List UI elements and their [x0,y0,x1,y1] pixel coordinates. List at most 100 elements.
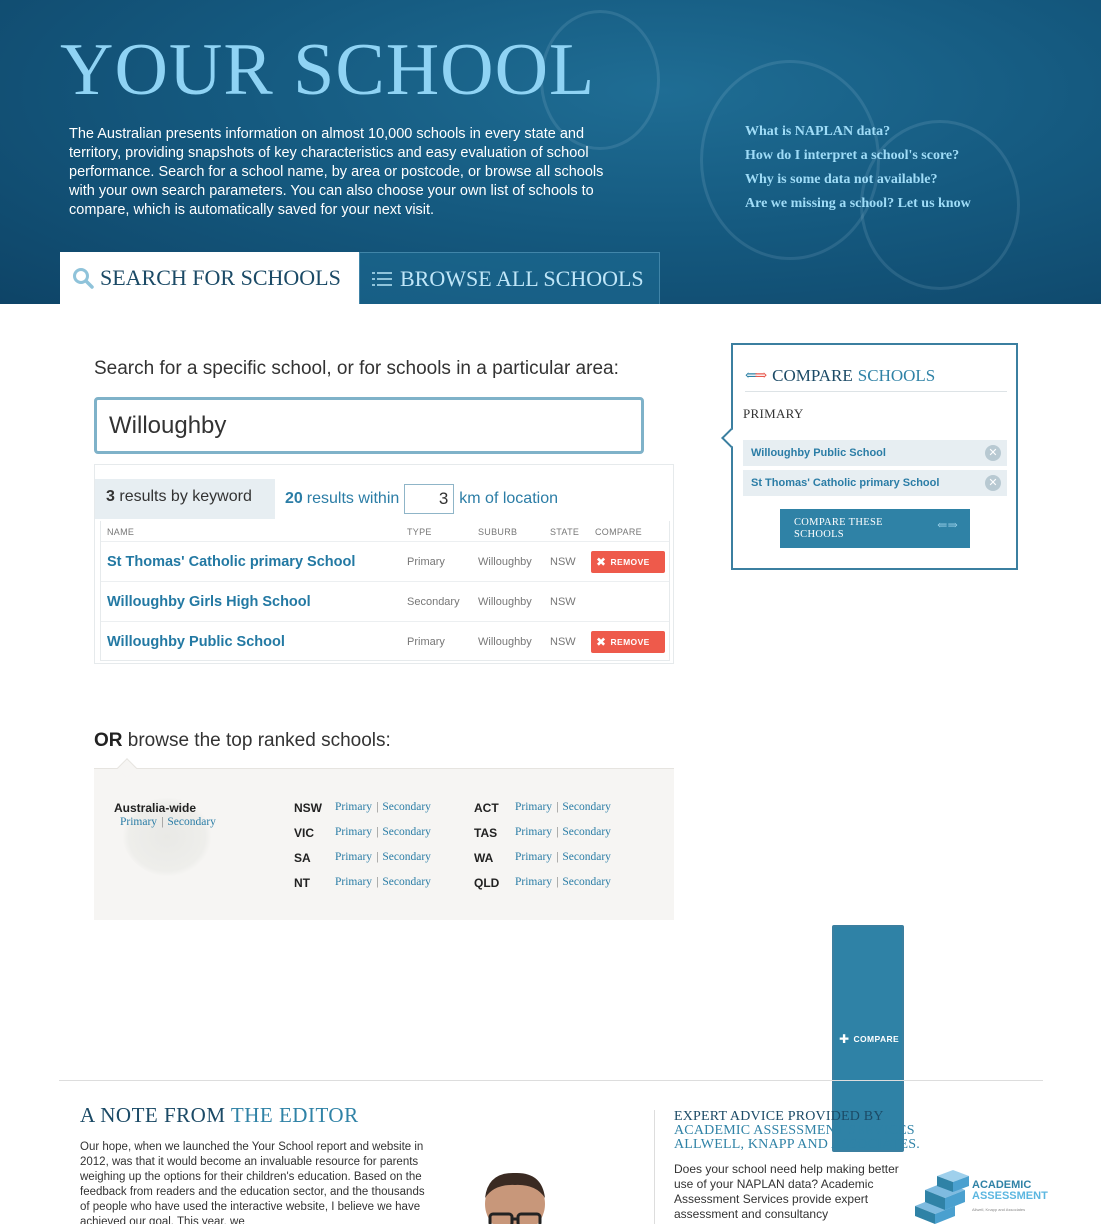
state-links: Primary | Secondary [335,876,431,888]
remove-circle-icon[interactable]: ✕ [985,445,1001,461]
school-suburb: Willoughby [478,556,532,568]
editor-note-title: A NOTE FROM THE EDITOR [80,1103,359,1128]
km-radius-input[interactable] [404,484,455,514]
remove-circle-icon[interactable]: ✕ [985,475,1001,491]
australia-wide-links: Primary | Secondary [120,816,216,828]
link-primary[interactable]: Primary [515,826,552,838]
table-row: Willoughby Girls High School Secondary W… [101,581,904,1152]
footer-divider [59,1080,1043,1081]
tab-search-label: SEARCH FOR SCHOOLS [100,265,341,290]
close-icon: ✖ [596,635,607,649]
link-secondary[interactable]: Secondary [562,826,611,838]
state-label: WA [474,851,494,865]
logo-tagline: Allwell, Knapp and Associates [972,1207,1026,1212]
page-title: YOUR SCHOOL [60,29,596,111]
editor-note-text: Our hope, when we launched the Your Scho… [80,1141,425,1224]
link-secondary[interactable]: Secondary [562,851,611,863]
compare-title-a: COMPARE [772,365,853,385]
link-secondary[interactable]: Secondary [562,876,611,888]
link-data-unavailable[interactable]: Why is some data not available? [745,168,971,192]
search-box[interactable] [94,397,644,454]
compare-title: ⇐⇒ COMPARE SCHOOLS [745,360,1007,392]
keyword-result-label: results by keyword [119,488,252,505]
browse-panel: Australia-wide Primary | Secondary NSW Pri… [94,758,674,920]
col-state: STATE [550,527,580,537]
school-name-link[interactable]: Willoughby Girls High School [107,594,311,610]
compare-category: PRIMARY [743,406,804,421]
expert-advice-title: EXPERT ADVICE PROVIDED BY ACADEMIC ASSES… [674,1110,920,1152]
search-prompt: Search for a specific school, or for sch… [94,358,619,379]
state-label: NSW [294,801,322,815]
state-links: Primary | Secondary [335,801,431,813]
expert-advice-text: Does your school need help making better… [674,1162,899,1221]
col-type: TYPE [407,527,432,537]
browse-title: OR browse the top ranked schools: [94,730,391,752]
panel-pointer [721,428,741,448]
col-suburb: SUBURB [478,527,518,537]
link-primary[interactable]: Primary [335,851,372,863]
page-description: The Australian presents information on a… [69,126,604,218]
compare-these-schools-button[interactable]: COMPARE THESE SCHOOLS ⇐⇒ [780,509,970,548]
link-primary[interactable]: Primary [335,801,372,813]
state-label: SA [294,851,311,865]
state-label: NT [294,876,310,890]
tab-results-keyword[interactable]: 3 results by keyword [95,479,275,519]
school-name-link[interactable]: St Thomas' Catholic primary School [107,554,355,570]
compare-title-b: SCHOOLS [857,365,936,385]
compare-panel: ⇐⇒ COMPARE SCHOOLS PRIMARY Willoughby Pu… [721,343,1018,570]
remove-label: REMOVE [610,557,650,567]
link-primary[interactable]: Primary [515,851,552,863]
expert-line1: EXPERT ADVICE PROVIDED BY [674,1109,884,1124]
footer-column-divider [654,1110,655,1224]
remove-button[interactable]: ✖ REMOVE [591,631,665,653]
link-interpret-score[interactable]: How do I interpret a school's score? [745,144,971,168]
state-label: QLD [474,876,500,890]
tab-search-schools[interactable]: SEARCH FOR SCHOOLS [60,252,359,304]
school-state: NSW [550,596,576,608]
link-secondary[interactable]: Secondary [382,851,431,863]
help-links: What is NAPLAN data? How do I interpret … [745,120,971,216]
compare-item: Willoughby Public School ✕ [743,440,1007,466]
link-secondary[interactable]: Secondary [382,826,431,838]
link-missing-school[interactable]: Are we missing a school? Let us know [745,192,971,216]
link-secondary[interactable]: Secondary [382,876,431,888]
state-links: Primary | Secondary [515,876,611,888]
compare-label: COMPARE [853,1033,900,1044]
remove-label: REMOVE [610,637,650,647]
editor-photo [485,1172,545,1224]
school-type: Primary [407,636,445,648]
hero-header: YOUR SCHOOL The Australian presents info… [0,0,1101,304]
search-input[interactable] [109,411,641,440]
tab-browse-schools[interactable]: BROWSE ALL SCHOOLS [359,252,660,304]
compare-item-label[interactable]: St Thomas' Catholic primary School [751,477,939,489]
link-secondary[interactable]: Secondary [382,801,431,813]
tab-results-location[interactable]: 20 results within km of location [285,479,558,519]
browse-title-bold: OR [94,730,123,751]
school-suburb: Willoughby [478,636,532,648]
link-primary[interactable]: Primary [515,876,552,888]
link-secondary[interactable]: Secondary [562,801,611,813]
school-name-link[interactable]: Willoughby Public School [107,634,285,650]
link-secondary[interactable]: Secondary [167,816,216,828]
link-naplan[interactable]: What is NAPLAN data? [745,120,971,144]
tab-browse-label: BROWSE ALL SCHOOLS [400,265,644,291]
link-primary[interactable]: Primary [515,801,552,813]
location-label-post: km of location [459,490,558,507]
school-type: Primary [407,556,445,568]
link-primary[interactable]: Primary [120,816,157,828]
compare-item-label[interactable]: Willoughby Public School [751,447,886,459]
location-label-pre: results within [306,490,400,507]
plus-icon: ✚ [839,1031,850,1046]
compare-item: St Thomas' Catholic primary School ✕ [743,470,1007,496]
remove-button[interactable]: ✖ REMOVE [591,551,665,573]
col-compare: COMPARE [595,527,642,537]
state-label: TAS [474,826,498,840]
link-primary[interactable]: Primary [335,826,372,838]
state-links: Primary | Secondary [515,851,611,863]
search-results: 3 results by keyword 20 results within k… [94,464,904,1152]
state-label: VIC [294,826,315,840]
link-primary[interactable]: Primary [335,876,372,888]
table-row: Willoughby Public School Primary Willoug… [101,621,669,661]
swap-arrows-icon: ⇐⇒ [937,518,958,532]
panel-pointer [117,758,137,778]
